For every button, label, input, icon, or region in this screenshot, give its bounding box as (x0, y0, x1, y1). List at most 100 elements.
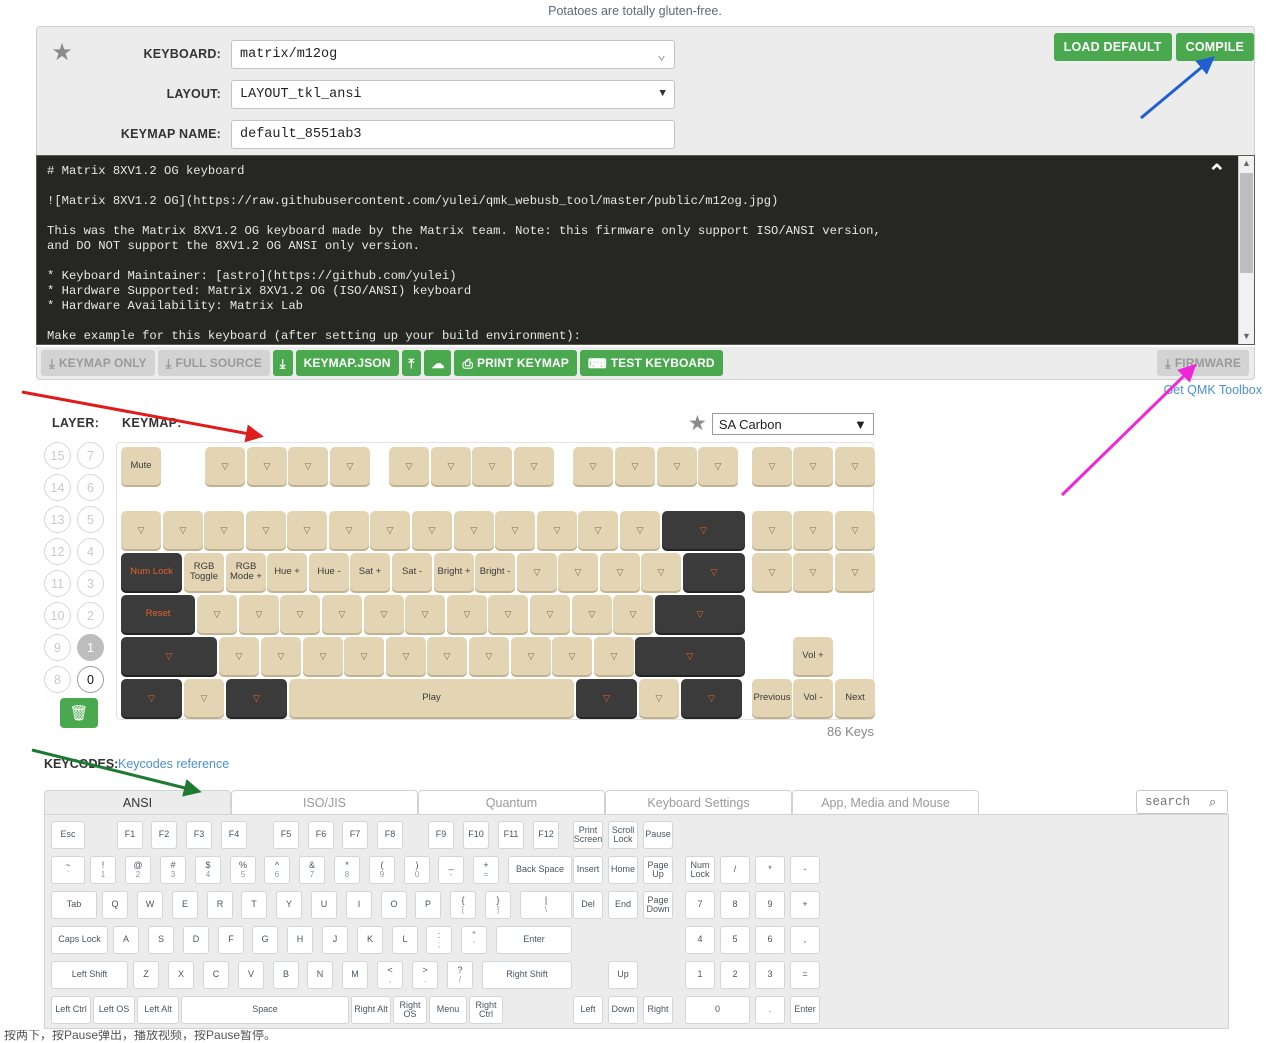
layer-button-11[interactable]: 11 (44, 570, 71, 597)
keymap-key-next[interactable]: Next (835, 679, 875, 717)
keycode-page-up[interactable]: Page Up (643, 856, 673, 884)
keymap-key-vol-[interactable]: Vol - (793, 679, 833, 717)
keymap-key-transparent[interactable]: ▽ (639, 679, 679, 717)
keymap-key-transparent[interactable]: ▽ (329, 511, 369, 549)
star-icon[interactable]: ★ (49, 41, 75, 67)
keycode-right-ctrl[interactable]: Right Ctrl (469, 996, 503, 1024)
keycode-5[interactable]: 5 (720, 926, 750, 954)
keymap-key-transparent[interactable]: ▽ (681, 679, 742, 717)
keymap-key-transparent[interactable]: ▽ (427, 637, 467, 675)
keycode--[interactable]: <, (377, 961, 403, 989)
keymap-key-transparent[interactable]: ▽ (655, 595, 745, 633)
keymap-key-rgb-mode-[interactable]: RGB Mode + (226, 553, 266, 591)
keymap-key-transparent[interactable]: ▽ (558, 553, 598, 591)
keymap-key-transparent[interactable]: ▽ (389, 447, 429, 485)
tab-iso-jis[interactable]: ISO/JIS (231, 790, 418, 814)
keymap-key-transparent[interactable]: ▽ (594, 637, 634, 675)
keymap-key-transparent[interactable]: ▽ (454, 511, 494, 549)
chevron-up-icon[interactable]: ⌃ (1208, 162, 1226, 184)
keycode-right-alt[interactable]: Right Alt (351, 996, 391, 1024)
keymap-key-transparent[interactable]: ▽ (288, 447, 328, 485)
keymap-key-transparent[interactable]: ▽ (620, 511, 660, 549)
keymap-key-transparent[interactable]: ▽ (261, 637, 301, 675)
keycodes-reference-link[interactable]: Keycodes reference (118, 757, 229, 771)
keymap-key-transparent[interactable]: ▽ (641, 553, 681, 591)
keycode-y[interactable]: Y (276, 891, 302, 919)
tab-app-media-and-mouse[interactable]: App, Media and Mouse (792, 790, 979, 814)
layer-button-12[interactable]: 12 (44, 538, 71, 565)
keycode-right-shift[interactable]: Right Shift (482, 961, 572, 989)
keycode-f12[interactable]: F12 (533, 821, 559, 849)
keymap-key-transparent[interactable]: ▽ (322, 595, 362, 633)
keycode-h[interactable]: H (287, 926, 313, 954)
keycode-page-down[interactable]: Page Down (643, 891, 673, 919)
keymap-key-transparent[interactable]: ▽ (344, 637, 384, 675)
keycode-m[interactable]: M (342, 961, 368, 989)
keycode-f5[interactable]: F5 (273, 821, 299, 849)
keymap-key-transparent[interactable]: ▽ (447, 595, 487, 633)
keymap-key-transparent[interactable]: ▽ (219, 637, 259, 675)
keymap-key-rgb-toggle[interactable]: RGB Toggle (184, 553, 224, 591)
keymap-key-transparent[interactable]: ▽ (412, 511, 452, 549)
keymap-canvas[interactable]: Mute ▽ ▽ ▽ ▽ ▽ ▽ ▽ ▽ ▽ ▽ ▽ ▽ ▽ ▽ ▽ ▽ ▽ ▽ ▽ ▽ ▽ ▽ ▽ ▽ ▽ ▽ ▽ ▽ ▽ ▽ ▽ ▽ Num … (116, 442, 875, 720)
keycode-w[interactable]: W (137, 891, 163, 919)
keycode--[interactable]: - (790, 856, 820, 884)
keymap-key-transparent[interactable]: ▽ (657, 447, 697, 485)
download-keymap-json-button[interactable]: ⤓ (272, 350, 293, 376)
keycode--[interactable]: (9 (369, 856, 395, 884)
layer-button-8[interactable]: 8 (44, 666, 71, 693)
keymap-key-transparent[interactable]: ▽ (530, 595, 570, 633)
keycode-space[interactable]: Space (181, 996, 349, 1024)
keymap-key-transparent[interactable]: ▽ (280, 595, 320, 633)
keymap-key-transparent[interactable]: ▽ (205, 447, 245, 485)
keymap-name-input[interactable]: default_8551ab3 (231, 119, 675, 149)
keymap-key-transparent[interactable]: ▽ (488, 595, 528, 633)
readme-scrollbar[interactable]: ▲ ▼ (1238, 156, 1254, 344)
keymap-key-transparent[interactable]: ▽ (683, 553, 745, 591)
triangle-up-icon[interactable]: ▲ (1239, 156, 1254, 171)
keycode--[interactable]: _ - (438, 856, 464, 884)
keycode-enter[interactable]: Enter (790, 996, 820, 1024)
layer-button-6[interactable]: 6 (77, 474, 104, 501)
keycode-i[interactable]: I (346, 891, 372, 919)
keycode-insert[interactable]: Insert (573, 856, 603, 884)
keycode--[interactable]: " ' (461, 926, 487, 954)
layer-button-13[interactable]: 13 (44, 506, 71, 533)
layer-button-2[interactable]: 2 (77, 602, 104, 629)
keycode-left-os[interactable]: Left OS (93, 996, 135, 1024)
scrollbar-thumb[interactable] (1240, 173, 1253, 273)
layer-button-15[interactable]: 15 (44, 442, 71, 469)
keycode--[interactable]: $4 (195, 856, 221, 884)
keycode-8[interactable]: 8 (720, 891, 750, 919)
tab-keyboard-settings[interactable]: Keyboard Settings (605, 790, 792, 814)
keycode-back-space[interactable]: Back Space (508, 856, 572, 884)
keycode-search[interactable]: ⌕ (1136, 790, 1228, 814)
keycode-t[interactable]: T (241, 891, 267, 919)
keymap-key-transparent[interactable]: ▽ (573, 447, 613, 485)
keycode--[interactable]: :; (426, 926, 452, 954)
keycode-a[interactable]: A (113, 926, 139, 954)
keycode-0[interactable]: 0 (685, 996, 750, 1024)
keymap-key-transparent[interactable]: ▽ (752, 511, 792, 549)
keycode--[interactable]: ^ 6 (264, 856, 290, 884)
keymap-key-transparent[interactable]: ▽ (511, 637, 551, 675)
layer-button-14[interactable]: 14 (44, 474, 71, 501)
keycode-l[interactable]: L (392, 926, 418, 954)
keycode-right-os[interactable]: Right OS (393, 996, 427, 1024)
keymap-key-transparent[interactable]: ▽ (431, 447, 471, 485)
keymap-key-bright-[interactable]: Bright - (475, 553, 515, 591)
keymap-key-transparent[interactable]: ▽ (197, 595, 237, 633)
keycode-b[interactable]: B (273, 961, 299, 989)
keymap-key-transparent[interactable]: ▽ (635, 637, 745, 675)
get-qmk-toolbox-link[interactable]: Get QMK Toolbox (1164, 383, 1262, 397)
cloud-upload-button[interactable]: ☁ (424, 350, 452, 376)
triangle-down-icon[interactable]: ▼ (1239, 329, 1254, 344)
keymap-key-transparent[interactable]: ▽ (247, 447, 287, 485)
keycode-f8[interactable]: F8 (377, 821, 403, 849)
keycode-f2[interactable]: F2 (151, 821, 177, 849)
tab-ansi[interactable]: ANSI (44, 790, 231, 814)
keymap-key-play[interactable]: Play (289, 679, 574, 717)
keycode--[interactable]: ~ ` (51, 856, 85, 884)
keymap-key-transparent[interactable]: ▽ (163, 511, 203, 549)
keycode-3[interactable]: 3 (755, 961, 785, 989)
